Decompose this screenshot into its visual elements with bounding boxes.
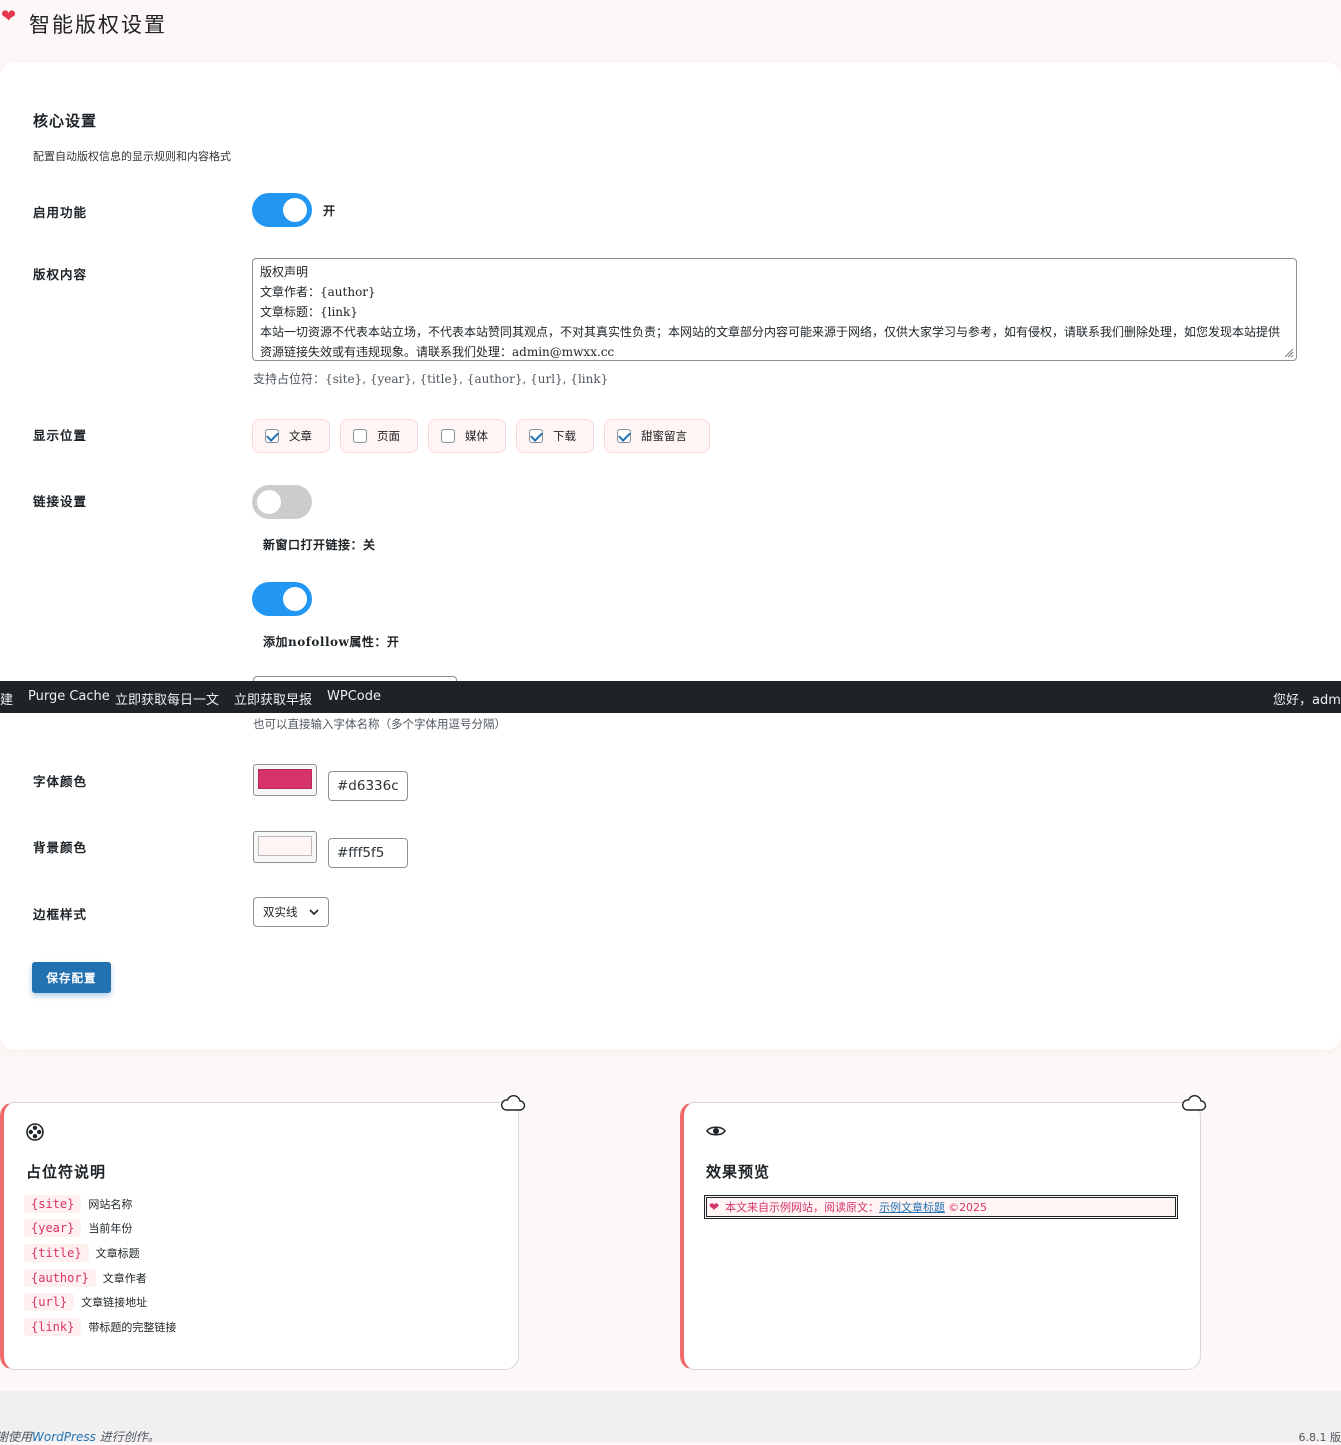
placeholder-hint: 支持占位符：{site}, {year}, {title}, {author},…	[253, 370, 608, 387]
placeholder-item: {link} 带标题的完整链接	[24, 1318, 176, 1336]
chevron-down-icon	[308, 905, 320, 919]
position-label: 显示位置	[33, 425, 87, 444]
checkbox[interactable]	[441, 429, 455, 443]
section-description: 配置自动版权信息的显示规则和内容格式	[33, 148, 231, 164]
footer-version: 6.8.1 版	[1299, 1429, 1341, 1445]
film-reel-icon	[26, 1123, 44, 1141]
border-style-select[interactable]: 双实线	[253, 897, 329, 927]
admin-bar-purge-cache[interactable]: Purge Cache	[28, 689, 110, 704]
copyright-preview: ❤ 本文来自示例网站，阅读原文： 示例文章标题 ©2025	[704, 1195, 1178, 1219]
border-style-label: 边框样式	[33, 904, 87, 923]
content-label: 版权内容	[33, 264, 87, 283]
color-fill	[258, 769, 312, 789]
toggle-knob	[283, 198, 307, 222]
page-title: ❤ 智能版权设置	[0, 6, 167, 42]
bg-color-label: 背景颜色	[33, 837, 87, 856]
enable-toggle[interactable]	[252, 193, 312, 227]
position-option-guestbook[interactable]: 甜蜜留言	[604, 419, 710, 453]
toggle-knob	[283, 587, 307, 611]
checkbox[interactable]	[353, 429, 367, 443]
placeholder-item: {site} 网站名称	[24, 1195, 132, 1213]
font-color-input[interactable]: #d6336c	[328, 771, 408, 801]
admin-bar-item[interactable]: 建	[0, 689, 13, 708]
nofollow-toggle[interactable]	[252, 582, 312, 616]
position-option-post[interactable]: 文章	[252, 419, 330, 453]
position-option-page[interactable]: 页面	[340, 419, 418, 453]
core-settings-card	[0, 62, 1341, 1050]
color-fill	[258, 836, 312, 856]
new-window-caption: 新窗口打开链接：关	[263, 536, 376, 553]
footer	[0, 1391, 1341, 1442]
placeholders-card: 占位符说明 {site} 网站名称 {year} 当前年份 {title} 文章…	[0, 1102, 519, 1370]
copyright-content-textarea[interactable]: 版权声明 文章作者：{author} 文章标题：{link} 本站一切资源不代表…	[252, 258, 1297, 361]
placeholder-item: {year} 当前年份	[24, 1219, 132, 1237]
content-line: 版权声明	[260, 262, 1289, 282]
preview-card: 效果预览 ❤ 本文来自示例网站，阅读原文： 示例文章标题 ©2025	[680, 1102, 1201, 1370]
cloud-icon	[500, 1094, 526, 1112]
enable-state: 开	[323, 202, 335, 219]
enable-label: 启用功能	[33, 202, 87, 221]
font-color-label: 字体颜色	[33, 771, 87, 790]
preview-title: 效果预览	[706, 1161, 770, 1182]
eye-icon	[706, 1123, 726, 1139]
font-hint: 也可以直接输入字体名称（多个字体用逗号分隔）	[253, 716, 506, 732]
placeholders-title: 占位符说明	[26, 1161, 106, 1182]
checkbox[interactable]	[617, 429, 631, 443]
footer-credit: 谢使用WordPress 进行创作。	[0, 1428, 160, 1445]
placeholder-item: {author} 文章作者	[24, 1269, 147, 1287]
content-line: 文章标题：{link}	[260, 302, 1289, 322]
resize-grip-icon[interactable]	[1284, 348, 1294, 358]
save-button[interactable]: 保存配置	[32, 962, 111, 993]
admin-bar-greeting[interactable]: 您好，admi	[1273, 689, 1341, 708]
content-line: 文章作者：{author}	[260, 282, 1289, 302]
new-window-toggle[interactable]	[252, 485, 312, 519]
position-option-media[interactable]: 媒体	[428, 419, 506, 453]
bg-color-picker[interactable]	[253, 831, 317, 863]
admin-bar-wpcode[interactable]: WPCode	[327, 689, 381, 704]
placeholder-item: {title} 文章标题	[24, 1244, 140, 1262]
placeholder-item: {url} 文章链接地址	[24, 1293, 147, 1311]
heart-icon: ❤	[1, 6, 16, 27]
link-settings-label: 链接设置	[33, 491, 87, 510]
position-option-download[interactable]: 下载	[516, 419, 594, 453]
content-line: 本站一切资源不代表本站立场，不代表本站赞同其观点，不对其真实性负责；本网站的文章…	[260, 322, 1289, 361]
checkbox[interactable]	[529, 429, 543, 443]
cloud-icon	[1181, 1094, 1207, 1112]
admin-bar: 建 Purge Cache 立即获取每日一文 立即获取早报 WPCode 您好，…	[0, 681, 1341, 713]
bg-color-input[interactable]: #fff5f5	[328, 838, 408, 868]
font-color-picker[interactable]	[253, 764, 317, 796]
heart-icon: ❤	[709, 1200, 719, 1214]
toggle-knob	[257, 490, 281, 514]
section-title: 核心设置	[33, 110, 97, 131]
nofollow-caption: 添加nofollow属性：开	[263, 633, 399, 650]
admin-bar-daily-article[interactable]: 立即获取每日一文	[115, 689, 219, 708]
checkbox[interactable]	[265, 429, 279, 443]
preview-link[interactable]: 示例文章标题	[879, 1199, 945, 1215]
admin-bar-morning-news[interactable]: 立即获取早报	[234, 689, 312, 708]
